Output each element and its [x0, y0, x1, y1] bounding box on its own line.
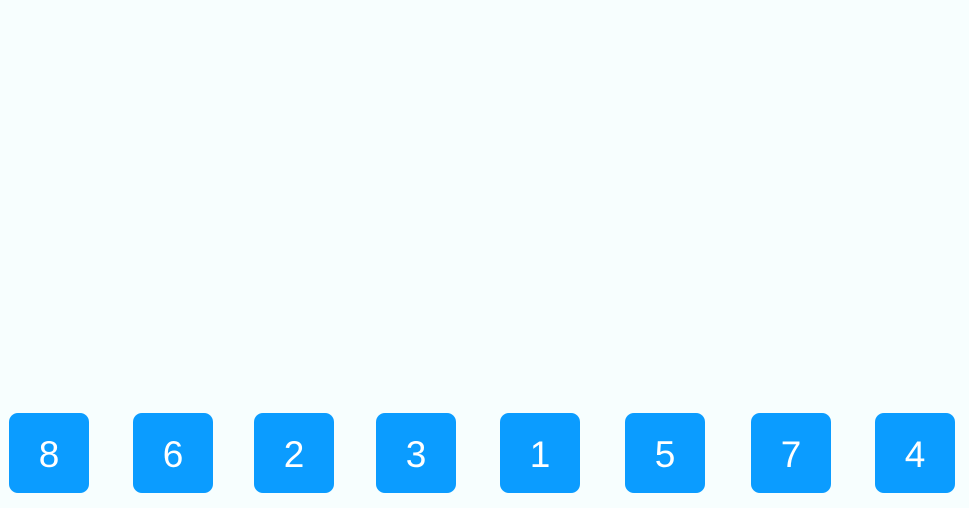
number-tile[interactable]: 1 [500, 413, 580, 493]
number-tile[interactable]: 4 [875, 413, 955, 493]
play-area: 8 6 2 3 1 5 7 4 [0, 0, 969, 508]
number-tile[interactable]: 3 [376, 413, 456, 493]
number-tile[interactable]: 5 [625, 413, 705, 493]
number-tile[interactable]: 6 [133, 413, 213, 493]
number-tile[interactable]: 8 [9, 413, 89, 493]
number-tile[interactable]: 2 [254, 413, 334, 493]
tile-row: 8 6 2 3 1 5 7 4 [0, 0, 969, 508]
number-tile[interactable]: 7 [751, 413, 831, 493]
